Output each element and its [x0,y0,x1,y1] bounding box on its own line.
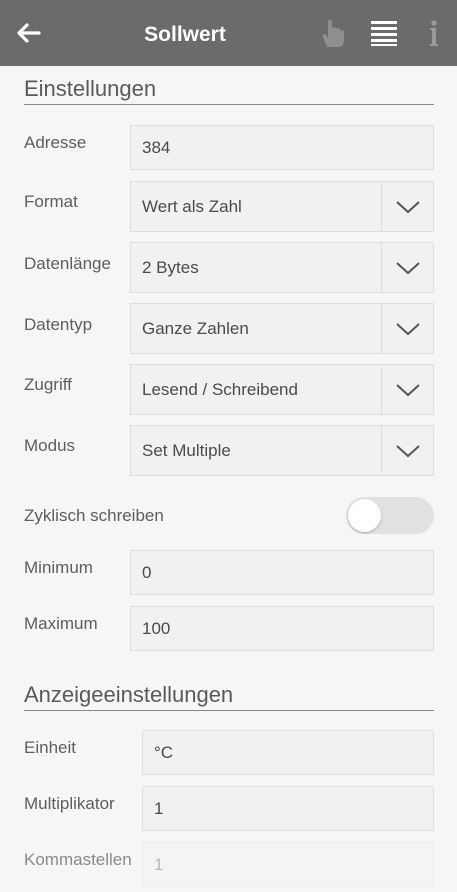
multiplikator-field[interactable]: 1 [142,786,434,831]
minimum-label: Minimum [24,558,93,577]
top-bar: Sollwert [0,0,457,66]
chevron-down-icon [395,200,420,213]
kommastellen-label: Kommastellen [24,850,132,869]
format-dropdown-button[interactable] [381,182,433,231]
hand-pointer-icon [322,20,344,47]
einheit-field[interactable]: °C [142,730,434,775]
datenlaenge-dropdown-button[interactable] [381,243,433,292]
settings-heading: Einstellungen [24,76,434,105]
maximum-label: Maximum [24,614,98,633]
display-heading: Anzeigeeinstellungen [24,682,434,711]
modus-dropdown-button[interactable] [381,426,433,475]
zyklisch-toggle[interactable] [346,497,434,534]
kommastellen-value: 1 [154,854,164,874]
modus-label: Modus [24,436,76,455]
hand-button[interactable] [318,17,348,49]
toggle-knob [348,499,381,532]
adresse-value: 384 [142,137,171,157]
datenlaenge-select[interactable]: 2 Bytes [130,242,434,293]
datentyp-label: Datentyp [24,315,93,334]
einheit-label: Einheit [24,738,76,757]
zugriff-select[interactable]: Lesend / Schreibend [130,364,434,415]
modus-value: Set Multiple [142,440,231,460]
multiplikator-value: 1 [154,798,164,818]
einheit-value: °C [154,742,174,762]
page-title: Sollwert [144,23,226,46]
zugriff-value: Lesend / Schreibend [142,379,298,399]
chevron-down-icon [395,261,420,274]
kommastellen-field[interactable]: 1 [142,842,434,887]
datenlaenge-label: Datenlänge [24,254,111,273]
minimum-value: 0 [142,562,152,582]
chevron-down-icon [395,444,420,457]
minimum-field[interactable]: 0 [130,550,434,595]
multiplikator-label: Multiplikator [24,794,115,813]
datentyp-select[interactable]: Ganze Zahlen [130,303,434,354]
zugriff-dropdown-button[interactable] [381,365,433,414]
maximum-field[interactable]: 100 [130,606,434,651]
info-button[interactable] [422,17,446,49]
adresse-field[interactable]: 384 [130,125,434,170]
format-label: Format [24,192,78,211]
datentyp-dropdown-button[interactable] [381,304,433,353]
info-icon [430,20,438,46]
list-icon [371,21,397,46]
format-select[interactable]: Wert als Zahl [130,181,434,232]
zugriff-label: Zugriff [24,375,72,394]
chevron-down-icon [395,322,420,335]
adresse-label: Adresse [24,133,87,152]
modus-select[interactable]: Set Multiple [130,425,434,476]
datenlaenge-value: 2 Bytes [142,257,199,277]
format-value: Wert als Zahl [142,196,242,216]
list-button[interactable] [368,17,400,49]
datentyp-value: Ganze Zahlen [142,318,249,338]
zyklisch-label: Zyklisch schreiben [24,506,164,525]
maximum-value: 100 [142,618,171,638]
chevron-down-icon [395,383,420,396]
